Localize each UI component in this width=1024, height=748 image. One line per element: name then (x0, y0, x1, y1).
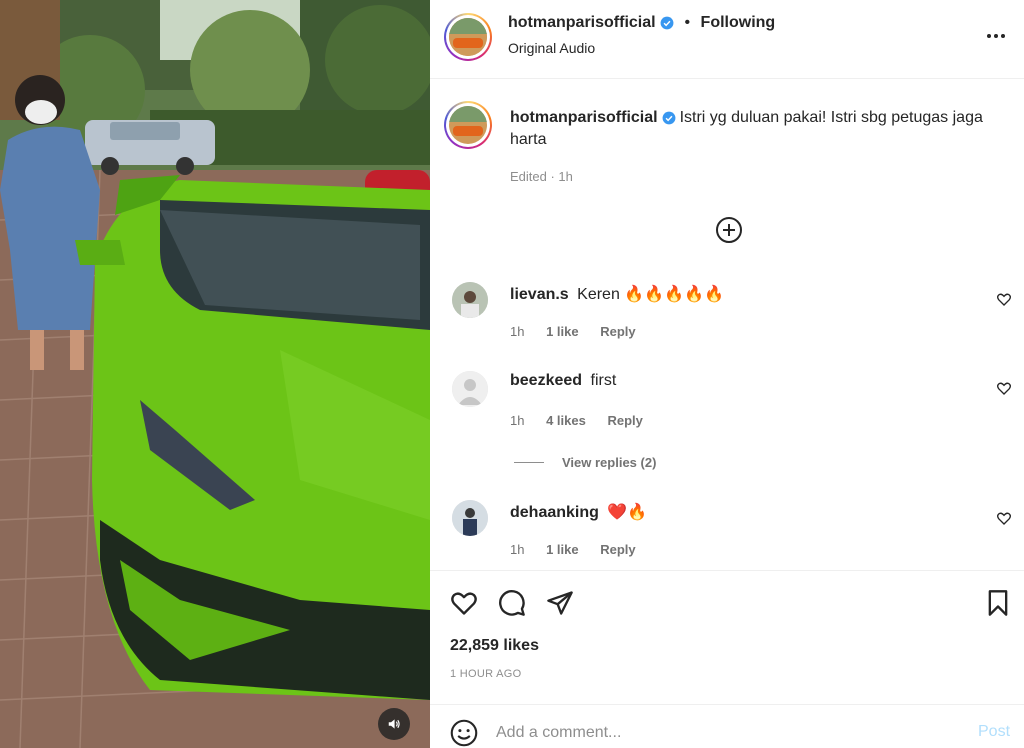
comment-text-line: lievan.s Keren 🔥🔥🔥🔥🔥 (510, 284, 724, 304)
heart-icon[interactable] (996, 380, 1012, 396)
comment-username[interactable]: beezkeed (510, 372, 582, 389)
comment-composer: Post (430, 704, 1024, 748)
post-media[interactable] (0, 0, 430, 748)
author-avatar (449, 18, 487, 56)
comment-avatar[interactable] (452, 371, 488, 407)
mute-button[interactable] (378, 708, 410, 740)
reply-button[interactable]: Reply (600, 324, 635, 339)
comment-text-line: dehaanking ❤️🔥 (510, 502, 647, 522)
comment-text: ❤️🔥 (607, 504, 648, 521)
verified-badge-icon (662, 111, 675, 125)
caption: hotmanparisofficial Istri yg duluan paka… (510, 107, 1010, 151)
caption-avatar (449, 106, 487, 144)
comment-time: 1h (510, 542, 525, 557)
post-header: hotmanparisofficial • Following Original… (430, 0, 1024, 79)
comment-text: first (590, 372, 617, 389)
post-panel: hotmanparisofficial • Following Original… (430, 0, 1024, 748)
heart-icon[interactable] (450, 589, 478, 617)
more-options-icon[interactable] (984, 24, 1008, 48)
separator-dot: • (684, 14, 691, 31)
post-photo (0, 0, 430, 748)
heart-icon[interactable] (996, 510, 1012, 526)
header-user-line: hotmanparisofficial • Following (508, 14, 775, 32)
view-replies-label: View replies (2) (562, 455, 657, 470)
comment-text: Keren 🔥🔥🔥🔥🔥 (577, 286, 724, 303)
reply-button[interactable]: Reply (607, 413, 642, 428)
post-actions: 22,859 likes 1 HOUR AGO (430, 570, 1024, 700)
comment-time: 1h (510, 413, 525, 428)
comment-meta: 1h 1 like Reply (510, 324, 654, 339)
verified-badge-icon (660, 16, 674, 30)
share-icon[interactable] (546, 589, 574, 617)
post-button[interactable]: Post (978, 723, 1010, 741)
bookmark-icon[interactable] (984, 589, 1012, 617)
plus-circle-icon[interactable] (715, 216, 743, 244)
heart-icon[interactable] (996, 291, 1012, 307)
comment-likes[interactable]: 4 likes (546, 413, 586, 428)
caption-username[interactable]: hotmanparisofficial (510, 109, 658, 126)
comment-likes[interactable]: 1 like (546, 324, 579, 339)
comment-time: 1h (510, 324, 525, 339)
comment-avatar[interactable] (452, 500, 488, 536)
author-username[interactable]: hotmanparisofficial (508, 14, 656, 31)
comment-likes[interactable]: 1 like (546, 542, 579, 557)
audio-label[interactable]: Original Audio (508, 40, 595, 56)
comment-input[interactable] (496, 721, 956, 745)
caption-story-ring[interactable] (444, 101, 492, 149)
speaker-icon (388, 719, 400, 729)
likes-count[interactable]: 22,859 likes (450, 637, 539, 655)
comment-icon[interactable] (498, 589, 526, 617)
comment-username[interactable]: dehaanking (510, 504, 599, 521)
edited-label: Edited · 1h (510, 169, 573, 184)
post-time: 1 HOUR AGO (450, 668, 522, 680)
comment-text-line: beezkeed first (510, 372, 616, 390)
reply-button[interactable]: Reply (600, 542, 635, 557)
comment-avatar[interactable] (452, 282, 488, 318)
view-replies-button[interactable]: View replies (2) (514, 455, 656, 470)
emoji-icon[interactable] (450, 719, 478, 747)
comment-meta: 1h 4 likes Reply (510, 413, 661, 428)
replies-divider (514, 462, 544, 463)
comment-username[interactable]: lievan.s (510, 286, 569, 303)
comment-meta: 1h 1 like Reply (510, 542, 654, 557)
story-ring[interactable] (444, 13, 492, 61)
following-button[interactable]: Following (701, 14, 776, 31)
